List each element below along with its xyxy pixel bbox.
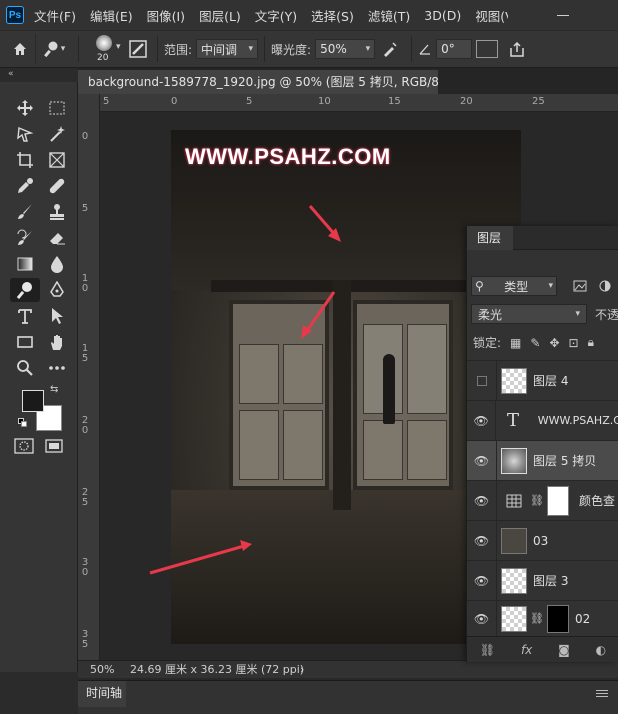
layer-row[interactable]: 👁︎ 图层 3 <box>467 560 618 601</box>
timeline-panel: 时间轴 <box>78 680 618 714</box>
lock-position-icon[interactable]: ✥ <box>549 336 559 350</box>
image-filter-icon[interactable] <box>573 280 587 292</box>
eye-icon: 👁︎ <box>473 533 490 548</box>
layer-row[interactable]: 图层 4 <box>467 360 618 401</box>
layers-panel-footer: ⛓ fx ◙ ◐ <box>467 636 618 662</box>
color-lookup-icon <box>501 488 527 514</box>
layer-name: 图层 3 <box>533 574 569 588</box>
lock-transparent-icon[interactable]: ▦ <box>510 336 521 350</box>
layer-name: 03 <box>533 533 549 548</box>
add-mask-icon[interactable]: ◙ <box>558 643 570 657</box>
zoom-level[interactable]: 50% <box>90 661 114 678</box>
link-layers-icon[interactable]: ⛓ <box>480 643 495 657</box>
lock-label: 锁定: <box>473 336 502 350</box>
lock-all-icon[interactable]: 🔒︎ <box>588 335 594 350</box>
blend-mode-value: 柔光 <box>478 307 503 322</box>
visibility-toggle[interactable]: 👁︎ <box>467 601 497 636</box>
search-icon: ⚲ <box>475 279 484 293</box>
link-icon[interactable]: ⛓ <box>530 494 544 507</box>
layer-filter-row: ⚲ 类型 ▾ <box>471 274 611 298</box>
panel-menu-icon[interactable] <box>596 690 608 697</box>
eye-icon: 👁︎ <box>473 493 490 508</box>
eye-icon: 👁︎ <box>473 453 490 468</box>
layer-filter-select[interactable]: ⚲ 类型 ▾ <box>471 276 557 296</box>
link-icon[interactable]: ⛓ <box>530 612 544 625</box>
lock-image-icon[interactable]: ✎ <box>530 336 540 350</box>
visibility-toggle[interactable] <box>467 360 497 401</box>
layer-row[interactable]: 👁︎ ⛓ 颜色查 <box>467 480 618 521</box>
chevron-down-icon: ▾ <box>575 309 580 319</box>
layer-name: 图层 5 拷贝 <box>533 454 597 468</box>
layer-thumbnail <box>501 367 527 394</box>
layer-thumbnail <box>501 447 527 474</box>
layer-name: 图层 4 <box>533 374 569 388</box>
status-menu-arrow[interactable]: › <box>300 661 304 678</box>
layer-row[interactable]: 👁︎ T WWW.PSAHZ.C <box>467 400 618 441</box>
layer-row[interactable]: 👁︎ ⛓ 02 <box>467 600 618 636</box>
arrow-ceiling <box>308 205 341 242</box>
layer-thumbnail <box>501 605 527 632</box>
foreground-color-swatch[interactable] <box>22 390 44 412</box>
layer-row[interactable]: 👁︎ 03 <box>467 520 618 561</box>
status-bar: 50% 24.69 厘米 x 36.23 厘米 (72 ppi) › <box>78 660 618 678</box>
opacity-label: 不透 <box>595 308 618 322</box>
adjustment-layer-icon[interactable]: ◐ <box>596 643 606 657</box>
chevron-down-icon: ▾ <box>548 281 553 291</box>
adjustment-filter-icon[interactable] <box>599 280 611 292</box>
eye-icon: 👁︎ <box>473 413 489 428</box>
layer-name: 颜色查 <box>578 494 615 508</box>
layers-panel-header: 图层 <box>467 226 618 250</box>
visibility-toggle[interactable]: 👁︎ <box>467 440 497 481</box>
layer-mask-thumbnail <box>546 604 569 633</box>
layer-thumbnail <box>501 527 527 554</box>
layer-mask-thumbnail <box>546 485 569 516</box>
arrow-window <box>301 291 336 339</box>
fx-button[interactable]: fx <box>521 643 532 657</box>
eye-icon: 👁︎ <box>473 611 490 626</box>
timeline-tab[interactable]: 时间轴 <box>78 681 126 707</box>
document-size: 24.69 厘米 x 36.23 厘米 (72 ppi) <box>130 663 305 676</box>
hidden-eye-icon <box>476 375 487 386</box>
visibility-toggle[interactable]: 👁︎ <box>467 520 497 561</box>
layer-name: 02 <box>574 611 591 626</box>
layers-tab[interactable]: 图层 <box>467 226 513 250</box>
visibility-toggle[interactable]: 👁︎ <box>467 480 497 521</box>
eye-icon: 👁︎ <box>473 573 490 588</box>
visibility-toggle[interactable]: 👁︎ <box>467 400 497 441</box>
type-layer-icon: T <box>507 410 520 431</box>
lock-row: 锁定: ▦ ✎ ✥ ⊡ 🔒︎ <box>473 334 594 351</box>
arrow-floor <box>149 540 252 575</box>
layers-panel: 图层 ⚲ 类型 ▾ 柔光 ▾ 不透 锁定: ▦ ✎ ✥ ⊡ 🔒︎ 图层 4 👁︎… <box>466 226 618 662</box>
layer-name: WWW.PSAHZ.C <box>537 414 618 427</box>
layer-row-selected[interactable]: 👁︎ 图层 5 拷贝 <box>467 440 618 481</box>
layer-thumbnail <box>501 567 527 594</box>
lock-artboard-icon[interactable]: ⊡ <box>569 336 579 350</box>
visibility-toggle[interactable]: 👁︎ <box>467 560 497 601</box>
blend-mode-select[interactable]: 柔光 ▾ <box>471 304 587 324</box>
filter-type-value: 类型 <box>504 279 529 294</box>
